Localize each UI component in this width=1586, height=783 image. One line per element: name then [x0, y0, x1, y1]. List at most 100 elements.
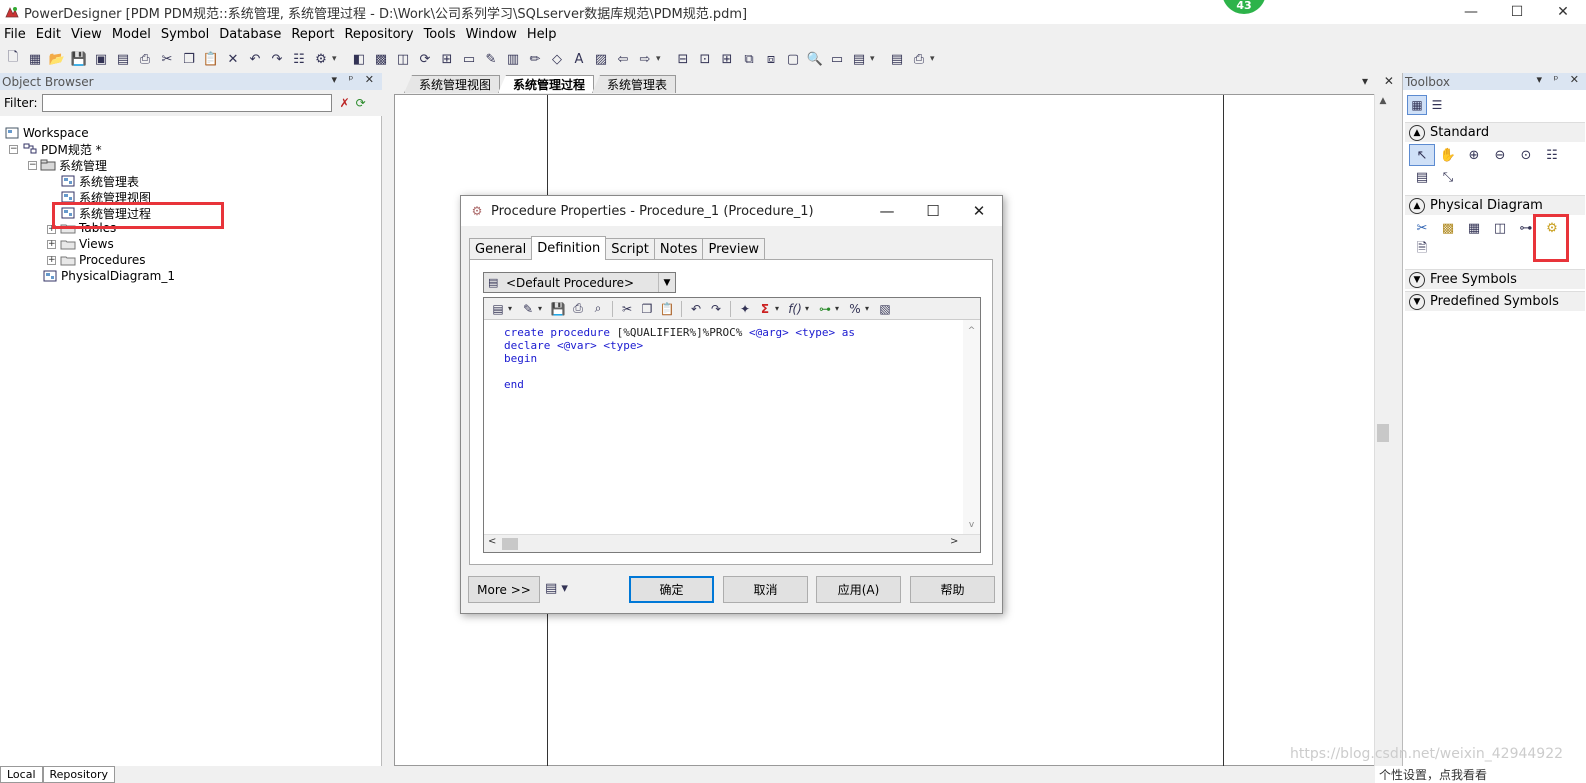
printer-icon[interactable]: ⎙ [908, 48, 930, 70]
icon-view-icon[interactable]: ▦ [1407, 95, 1427, 115]
clear-filter-icon[interactable]: ✗ [340, 96, 350, 110]
paste-icon[interactable]: 📋 [657, 299, 677, 319]
tab-local[interactable]: Local [0, 766, 43, 783]
copy-icon[interactable]: ❐ [178, 48, 200, 70]
toolbar-overflow-icon-4[interactable]: ▾ [930, 54, 940, 64]
tree-item-model[interactable]: PDM规范 * [22, 141, 102, 157]
arrange-icon[interactable]: ⧈ [760, 48, 782, 70]
repository-icon[interactable]: ◫ [392, 48, 414, 70]
menu-help[interactable]: Help [523, 27, 563, 42]
window-icon[interactable]: ▭ [458, 48, 480, 70]
link-icon[interactable]: ⤡ [1435, 166, 1461, 188]
ungroup-icon[interactable]: ⧉ [738, 48, 760, 70]
dropdown-icon[interactable]: ▾ [805, 304, 815, 313]
variables-icon[interactable]: ⊶ [815, 299, 835, 319]
tab-diagram-view[interactable]: 系统管理视图 [404, 75, 501, 93]
section-predefined-symbols[interactable]: ▼ Predefined Symbols [1405, 291, 1585, 311]
tab-preview[interactable]: Preview [702, 238, 766, 260]
menu-edit[interactable]: Edit [32, 27, 67, 42]
new-icon[interactable]: 🗋 [2, 48, 24, 70]
dropdown-icon[interactable]: ▾ [508, 304, 518, 313]
close-button[interactable]: ✕ [1540, 0, 1586, 24]
minimize-button[interactable]: — [1448, 0, 1494, 24]
cut-icon[interactable]: ✂ [617, 299, 637, 319]
refresh-icon[interactable]: ⟳ [356, 96, 366, 110]
chevron-down-icon[interactable]: ▼ [658, 273, 675, 292]
wizard-icon[interactable]: ✦ [735, 299, 755, 319]
procedure-code[interactable]: create procedure [%QUALIFIER%]%PROC% <@a… [504, 326, 855, 391]
menu-file[interactable]: File [0, 27, 32, 42]
tree-item-diagram-table[interactable]: 系统管理表 [60, 173, 139, 189]
dropdown-icon[interactable]: ▾ [775, 304, 785, 313]
new-model-icon[interactable]: ▦ [24, 48, 46, 70]
tab-definition[interactable]: Definition [531, 236, 607, 260]
editor-vertical-scrollbar[interactable]: ^ v [963, 320, 980, 534]
zoom-in-icon[interactable]: ⊕ [1461, 144, 1487, 166]
tab-notes[interactable]: Notes [653, 238, 704, 260]
percent-icon[interactable]: % [845, 299, 865, 319]
corner-tip[interactable]: 个性设置，点我看看 [1375, 766, 1492, 783]
paste-icon[interactable]: 📋 [200, 48, 222, 70]
sigma-icon[interactable]: Σ [755, 299, 775, 319]
file-tool-icon[interactable]: 🗎 [1409, 239, 1435, 261]
zoom-out-icon[interactable]: ⊖ [1487, 144, 1513, 166]
scroll-down-icon[interactable]: v [963, 520, 980, 530]
scrollbar-thumb[interactable] [1377, 424, 1389, 442]
properties-icon[interactable]: ☷ [1539, 144, 1565, 166]
more-button[interactable]: More >> [468, 576, 540, 603]
tab-general[interactable]: General [469, 238, 533, 260]
toolbar-overflow-icon[interactable]: ▾ [332, 54, 342, 64]
dialog-minimize-button[interactable]: — [864, 196, 910, 226]
scissors-icon[interactable]: ✂ [1409, 217, 1435, 239]
save-all-icon[interactable]: ▣ [90, 48, 112, 70]
open-icon[interactable]: 📂 [46, 48, 68, 70]
editor-horizontal-scrollbar[interactable]: < > [484, 534, 980, 552]
diagram-controls[interactable]: ▾ ✕ [1362, 74, 1400, 88]
dropdown-icon[interactable]: ▾ [538, 304, 548, 313]
properties-icon[interactable]: ☷ [288, 48, 310, 70]
font-icon[interactable]: A [568, 48, 590, 70]
package-icon[interactable]: ▩ [370, 48, 392, 70]
print-setup-icon[interactable]: ▤ [886, 48, 908, 70]
refresh-icon[interactable]: ⟳ [414, 48, 436, 70]
panel-controls[interactable]: ▾ ᵖ ✕ [332, 73, 378, 86]
result-list-icon[interactable]: ▤ [848, 48, 870, 70]
scroll-right-icon[interactable]: > [950, 536, 958, 547]
tree-collapse-toggle[interactable]: − [28, 161, 37, 170]
print-icon[interactable]: ⎙ [568, 299, 588, 319]
copy-icon[interactable]: ❐ [637, 299, 657, 319]
output-icon[interactable]: ▭ [826, 48, 848, 70]
filter-input[interactable] [41, 94, 332, 112]
menu-repository[interactable]: Repository [340, 27, 419, 42]
edit-icon[interactable]: ✎ [480, 48, 502, 70]
dropdown-icon[interactable]: ▾ [865, 304, 875, 313]
forward-icon[interactable]: ⇨ [634, 48, 656, 70]
symbol-icon[interactable]: ▢ [782, 48, 804, 70]
align-icon[interactable]: ⊟ [672, 48, 694, 70]
code-editor[interactable]: ▤ ▾ ✎ ▾ 💾 ⎙ ⌕ ✂ ❐ 📋 ↶ ↷ ✦ Σ ▾ f() ▾ ⊶ ▾ % ▾ ▧ [483, 297, 981, 553]
help-button[interactable]: 帮助 [910, 576, 995, 603]
tree-expand-toggle[interactable]: + [47, 240, 56, 249]
save-icon[interactable]: 💾 [68, 48, 90, 70]
toolbar-overflow-icon-2[interactable]: ▾ [656, 54, 666, 64]
delete-icon[interactable]: ✕ [222, 48, 244, 70]
tree-item-physical-diagram[interactable]: PhysicalDiagram_1 [42, 268, 175, 284]
pen-icon[interactable]: ✏ [524, 48, 546, 70]
tree-item-procedures[interactable]: Procedures [60, 252, 146, 268]
menu-tools[interactable]: Tools [420, 27, 462, 42]
dialog-close-button[interactable]: ✕ [956, 196, 1002, 226]
undo-icon[interactable]: ↶ [244, 48, 266, 70]
menu-database[interactable]: Database [215, 27, 287, 42]
view-tool-icon[interactable]: ◫ [1487, 217, 1513, 239]
redo-icon[interactable]: ↷ [706, 299, 726, 319]
image-icon[interactable]: ▨ [590, 48, 612, 70]
tree-item-views[interactable]: Views [60, 236, 114, 252]
menu-model[interactable]: Model [108, 27, 157, 42]
dropdown-icon[interactable]: ▾ [835, 304, 845, 313]
tree-expand-toggle[interactable]: + [47, 256, 56, 265]
apply-button[interactable]: 应用(A) [816, 576, 901, 603]
package-tool-icon[interactable]: ▩ [1435, 217, 1461, 239]
check-model-icon[interactable]: ⚙ [310, 48, 332, 70]
toolbox-controls[interactable]: ▾ ᵖ ✕ [1537, 73, 1583, 86]
undo-icon[interactable]: ↶ [686, 299, 706, 319]
